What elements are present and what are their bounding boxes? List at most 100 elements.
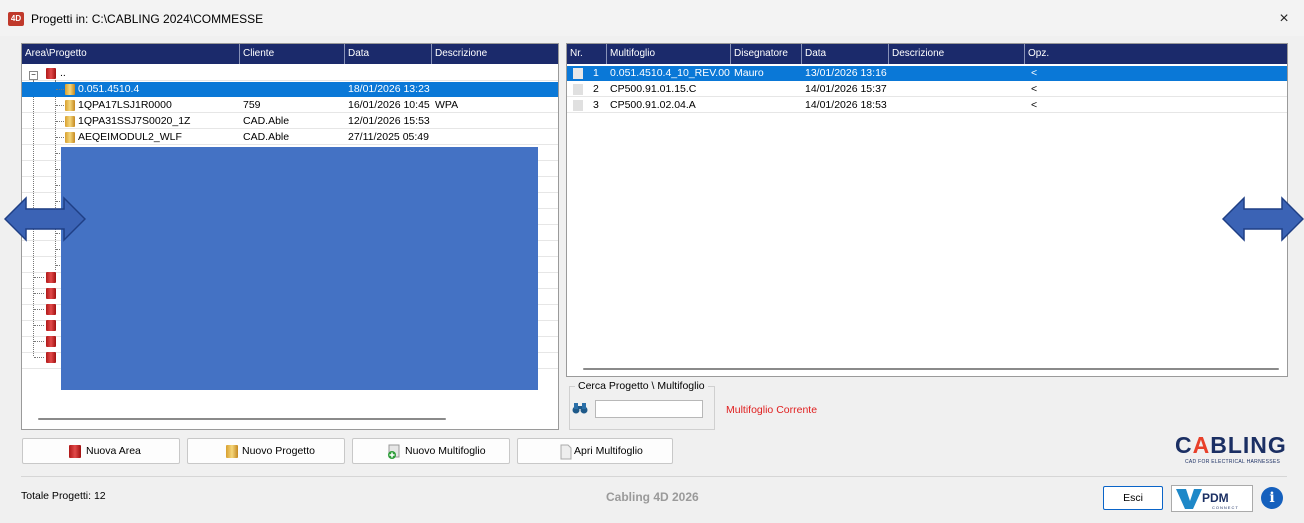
pdm-subtext: CONNECT [1212, 505, 1239, 510]
project-descrizione [435, 82, 555, 97]
project-folder-icon [65, 132, 75, 143]
window-title: Progetti in: C:\CABLING 2024\COMMESSE [31, 12, 264, 26]
area-folder-icon [46, 68, 56, 79]
redaction-block [61, 147, 538, 390]
tree-root-label: .. [60, 67, 66, 79]
nuovo-multifoglio-label: Nuovo Multifoglio [405, 445, 486, 457]
multifoglio-name: CP500.91.02.04.A [610, 99, 696, 111]
multifoglio-opz[interactable]: < [1031, 82, 1051, 97]
multifoglio-descrizione [892, 98, 1022, 113]
project-cliente: CAD.Able [243, 115, 290, 127]
sheet-icon [573, 100, 583, 111]
multifoglio-nr: 3 [593, 99, 599, 111]
column-header-nr[interactable]: Nr. [567, 44, 607, 64]
multifoglio-opz[interactable]: < [1031, 66, 1051, 81]
table-row[interactable]: 1QPA17LSJ1R0000 759 16/01/2026 10:45 WPA [22, 98, 558, 113]
nuova-area-button[interactable]: Nuova Area [22, 438, 180, 464]
table-row[interactable]: 3 CP500.91.02.04.A 14/01/2026 18:53 < [567, 98, 1287, 113]
area-folder-icon [46, 352, 56, 363]
project-folder-icon [65, 100, 75, 111]
area-folder-icon [46, 320, 56, 331]
project-name: AEQEIMODUL2_WLF [78, 131, 182, 143]
multifoglio-disegnatore [734, 98, 800, 113]
multifoglio-table-header: Nr. Multifoglio Disegnatore Data Descriz… [567, 44, 1287, 64]
binoculars-icon[interactable] [572, 401, 588, 415]
title-bar: 4D Progetti in: C:\CABLING 2024\COMMESSE… [0, 0, 1304, 36]
area-folder-icon [46, 288, 56, 299]
open-sheet-icon [560, 444, 572, 460]
multifoglio-name: 0.051.4510.4_10_REV.000 [610, 67, 730, 79]
project-data: 27/11/2025 05:49 [348, 131, 429, 143]
project-name: 1QPA17LSJ1R0000 [78, 99, 172, 111]
table-row[interactable]: AEQEIMODUL2_WLF CAD.Able 27/11/2025 05:4… [22, 130, 558, 145]
nuova-area-label: Nuova Area [86, 445, 141, 457]
project-data: 16/01/2026 10:45 [348, 99, 430, 111]
project-data: 12/01/2026 15:53 [348, 115, 430, 127]
multifoglio-data: 14/01/2026 18:53 [805, 99, 887, 111]
projects-table-header: Area\Progetto Cliente Data Descrizione [22, 44, 558, 64]
column-header-opz[interactable]: Opz. [1025, 44, 1287, 64]
column-header-data[interactable]: Data [802, 44, 889, 64]
multifoglio-data: 14/01/2026 15:37 [805, 83, 887, 95]
area-folder-icon [46, 304, 56, 315]
column-header-descrizione[interactable]: Descrizione [889, 44, 1025, 64]
column-header-multifoglio[interactable]: Multifoglio [607, 44, 731, 64]
apri-multifoglio-button[interactable]: Apri Multifoglio [517, 438, 673, 464]
column-header-descrizione[interactable]: Descrizione [432, 44, 558, 64]
multifoglio-table[interactable]: Nr. Multifoglio Disegnatore Data Descriz… [566, 43, 1288, 377]
totale-progetti: Totale Progetti: 12 [21, 490, 106, 502]
project-descrizione [435, 130, 555, 145]
app-icon: 4D [8, 12, 24, 26]
current-multifoglio-label: Multifoglio Corrente [726, 404, 818, 416]
multifoglio-descrizione [892, 66, 1022, 81]
horizontal-scrollbar[interactable] [38, 418, 446, 420]
apri-multifoglio-label: Apri Multifoglio [574, 445, 643, 457]
table-row[interactable]: 2 CP500.91.01.15.C 14/01/2026 15:37 < [567, 82, 1287, 97]
multifoglio-nr: 1 [593, 67, 599, 79]
esci-button[interactable]: Esci [1103, 486, 1163, 510]
project-descrizione: WPA [435, 99, 459, 111]
multifoglio-nr: 2 [593, 83, 599, 95]
multifoglio-data: 13/01/2026 13:16 [805, 67, 887, 79]
project-folder-icon [65, 84, 75, 95]
horizontal-scrollbar[interactable] [583, 368, 1279, 370]
search-group-title: Cerca Progetto \ Multifoglio [575, 380, 708, 392]
project-cliente [243, 82, 343, 97]
area-folder-icon [46, 272, 56, 283]
new-sheet-icon [388, 444, 400, 459]
multifoglio-opz[interactable]: < [1031, 98, 1051, 113]
column-header-data[interactable]: Data [345, 44, 432, 64]
multifoglio-disegnatore: Mauro [734, 67, 764, 79]
pdm-logo-icon [1176, 489, 1202, 509]
nuovo-progetto-button[interactable]: Nuovo Progetto [187, 438, 345, 464]
tree-root-row[interactable]: .. [22, 66, 558, 81]
project-folder-icon [65, 116, 75, 127]
table-row[interactable]: 1 0.051.4510.4_10_REV.000 Mauro 13/01/20… [567, 66, 1287, 81]
sheet-icon [573, 68, 583, 79]
column-header-cliente[interactable]: Cliente [240, 44, 345, 64]
multifoglio-name: CP500.91.01.15.C [610, 83, 697, 95]
pdm-connect-button[interactable]: PDM CONNECT [1171, 485, 1253, 512]
column-header-area-progetto[interactable]: Area\Progetto [22, 44, 240, 64]
area-folder-icon [46, 336, 56, 347]
project-cliente: 759 [243, 99, 261, 111]
project-name: 0.051.4510.4 [78, 83, 140, 95]
table-row[interactable]: 0.051.4510.4 18/01/2026 13:23 [22, 82, 558, 97]
column-header-disegnatore[interactable]: Disegnatore [731, 44, 802, 64]
sheet-icon [573, 84, 583, 95]
resize-left-arrow-icon[interactable] [4, 196, 86, 242]
nuovo-multifoglio-button[interactable]: Nuovo Multifoglio [352, 438, 510, 464]
search-input[interactable] [595, 400, 703, 418]
close-icon[interactable]: × [1274, 9, 1294, 29]
project-folder-icon [226, 445, 238, 458]
cabling-logo: CABLING CAD FOR ELECTRICAL HARNESSES [1175, 432, 1287, 465]
project-cliente: CAD.Able [243, 131, 290, 143]
multifoglio-disegnatore [734, 82, 800, 97]
resize-right-arrow-icon[interactable] [1222, 196, 1304, 242]
pdm-text: PDM [1202, 491, 1229, 505]
info-icon[interactable]: i [1261, 487, 1283, 509]
area-folder-icon [69, 445, 81, 458]
table-row[interactable]: 1QPA31SSJ7S0020_1Z CAD.Able 12/01/2026 1… [22, 114, 558, 129]
nuovo-progetto-label: Nuovo Progetto [242, 445, 315, 457]
multifoglio-descrizione [892, 82, 1022, 97]
